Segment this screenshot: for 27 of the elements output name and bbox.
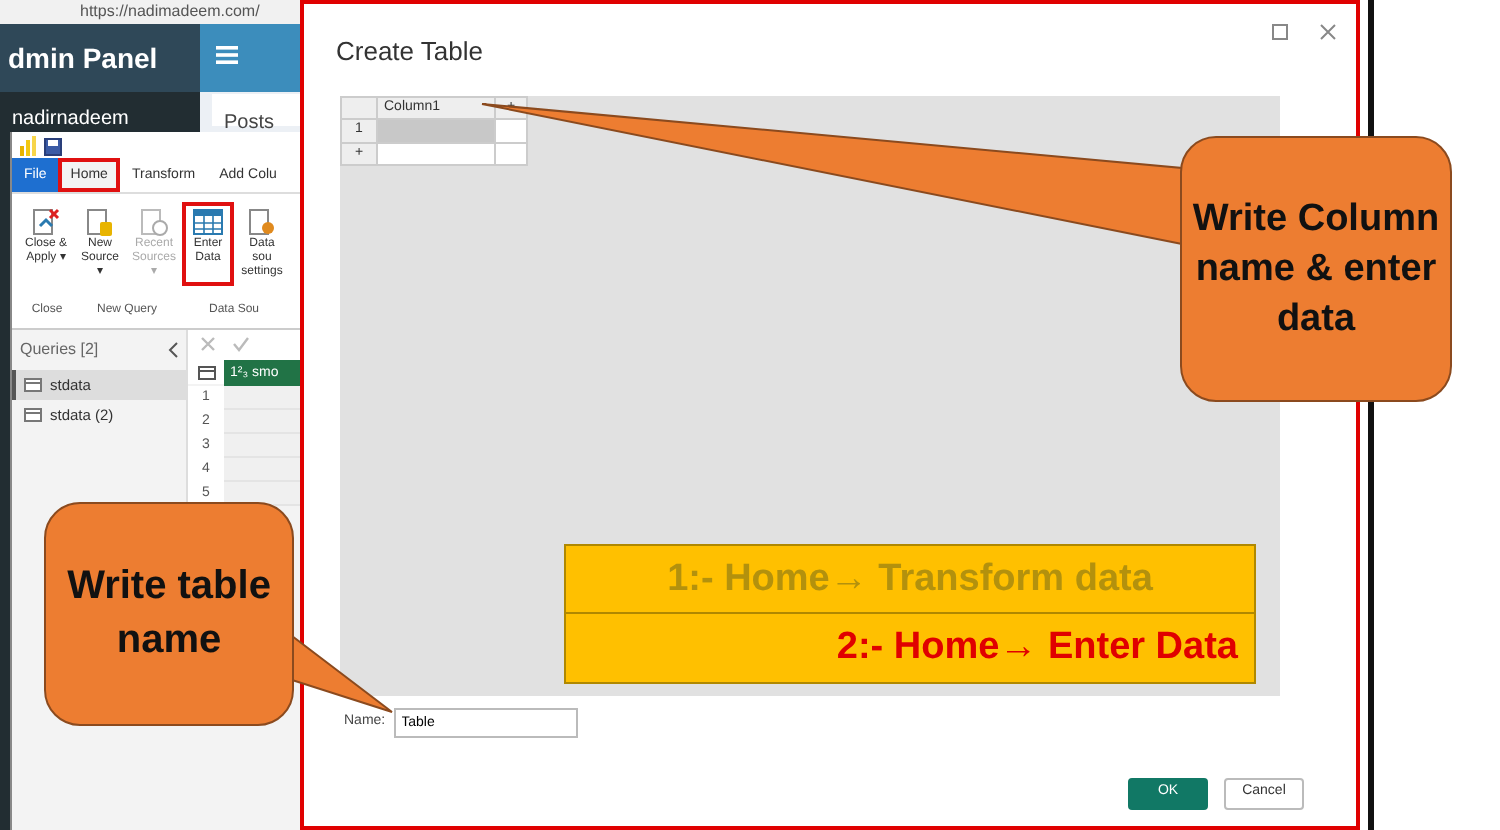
collapse-icon[interactable] — [168, 342, 178, 358]
save-icon[interactable] — [44, 137, 62, 155]
table-icon — [24, 408, 42, 423]
document-x-icon — [30, 208, 62, 236]
app-icon — [20, 136, 36, 156]
card-title: Posts — [224, 112, 275, 134]
table-icon — [24, 378, 42, 393]
pane-title: Queries [2] — [20, 338, 99, 362]
gear-document-icon — [246, 208, 278, 236]
callout-box: Write table name — [44, 502, 294, 726]
check-icon[interactable] — [232, 336, 250, 352]
cancel-icon[interactable] — [200, 336, 216, 352]
document-icon — [84, 208, 116, 236]
step-banner: 1:- Home→ Transform data — [566, 546, 1254, 614]
url-text: https://nadimadeem.com/ — [80, 2, 260, 20]
data-cell[interactable] — [377, 119, 495, 142]
table-menu-icon[interactable] — [197, 365, 215, 379]
table-icon — [192, 208, 224, 236]
user-name: nadirnadeem — [10, 106, 131, 134]
callout-box: Write Column name & enter data — [1180, 136, 1452, 402]
close-icon[interactable] — [1320, 24, 1336, 40]
dialog-title: Create Table — [336, 34, 483, 70]
maximize-icon[interactable] — [1272, 24, 1288, 40]
menu-icon[interactable] — [216, 46, 238, 64]
step-banner: 2:- Home→ Enter Data — [566, 614, 1254, 682]
callout-pointer — [291, 634, 393, 713]
brand-title: dmin Panel — [0, 24, 200, 92]
